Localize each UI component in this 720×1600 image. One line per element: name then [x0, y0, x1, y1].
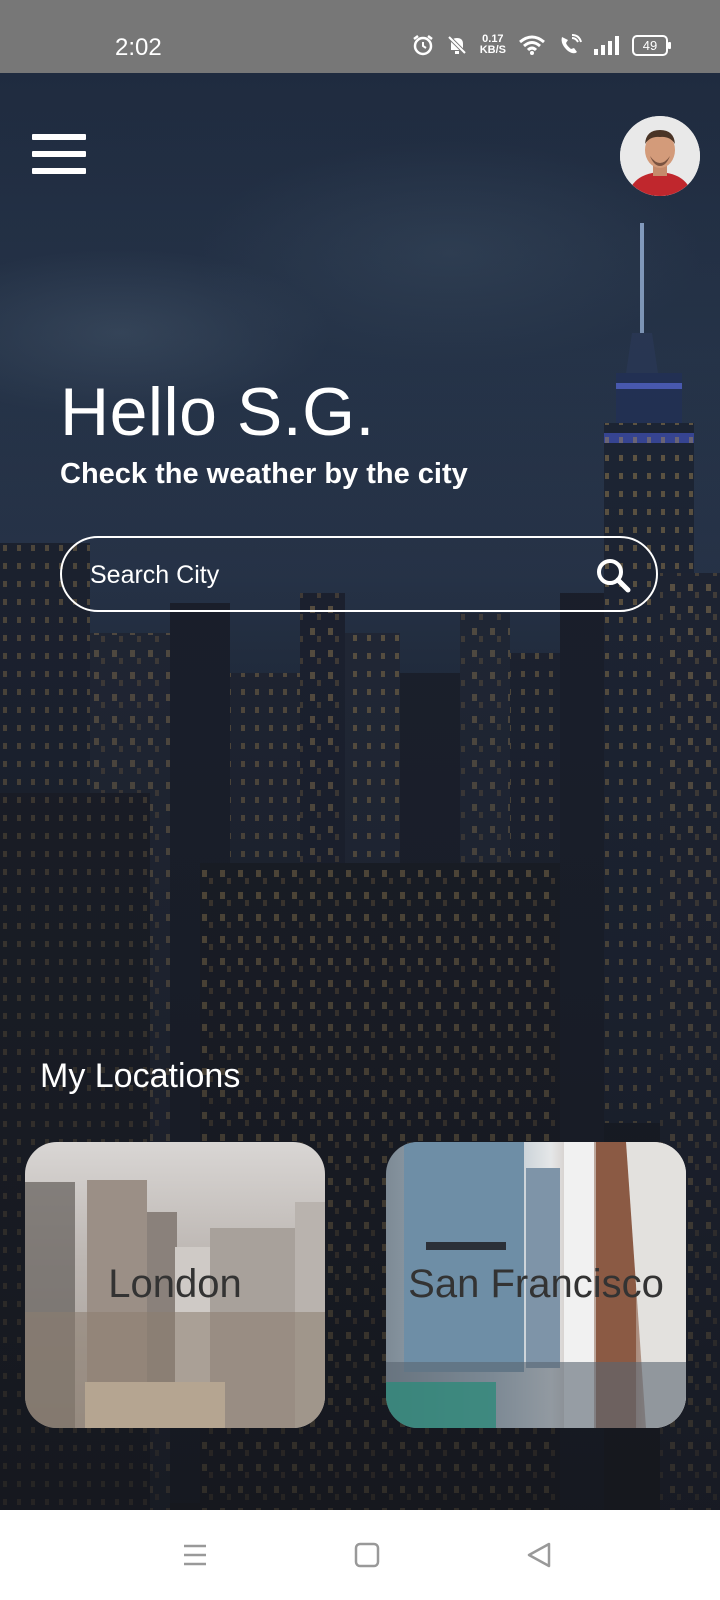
wifi-call-icon	[561, 34, 582, 54]
avatar-image	[620, 116, 700, 196]
search-icon[interactable]	[594, 556, 632, 594]
location-card-label: London	[108, 1262, 242, 1306]
my-locations-title: My Locations	[40, 1057, 241, 1095]
home-icon[interactable]	[350, 1538, 384, 1572]
alarm-icon	[412, 35, 433, 56]
location-card-san-francisco[interactable]: San Francisco	[386, 1142, 686, 1428]
hamburger-menu-icon[interactable]	[32, 132, 86, 176]
status-time: 2:02	[115, 34, 162, 61]
signal-icon	[594, 36, 619, 55]
back-icon[interactable]	[522, 1538, 556, 1572]
status-bar: 2:02 0.17 KB/S 49	[0, 0, 720, 73]
recents-icon[interactable]	[178, 1538, 212, 1572]
location-card-london[interactable]: London	[25, 1142, 325, 1428]
search-input[interactable]	[88, 538, 572, 612]
greeting-title: Hello S.G.	[60, 374, 375, 450]
search-bar	[60, 536, 658, 612]
net-speed-unit: KB/S	[479, 44, 506, 56]
location-card-label: San Francisco	[408, 1262, 664, 1306]
wifi-icon	[519, 35, 545, 55]
status-icons: 0.17 KB/S 49	[412, 34, 671, 56]
greeting-subtitle: Check the weather by the city	[60, 458, 468, 490]
user-avatar[interactable]	[620, 116, 700, 196]
system-navigation-bar	[0, 1510, 720, 1600]
battery-icon: 49	[632, 34, 671, 56]
mute-icon	[447, 35, 467, 55]
net-speed: 0.17 KB/S	[480, 34, 506, 56]
